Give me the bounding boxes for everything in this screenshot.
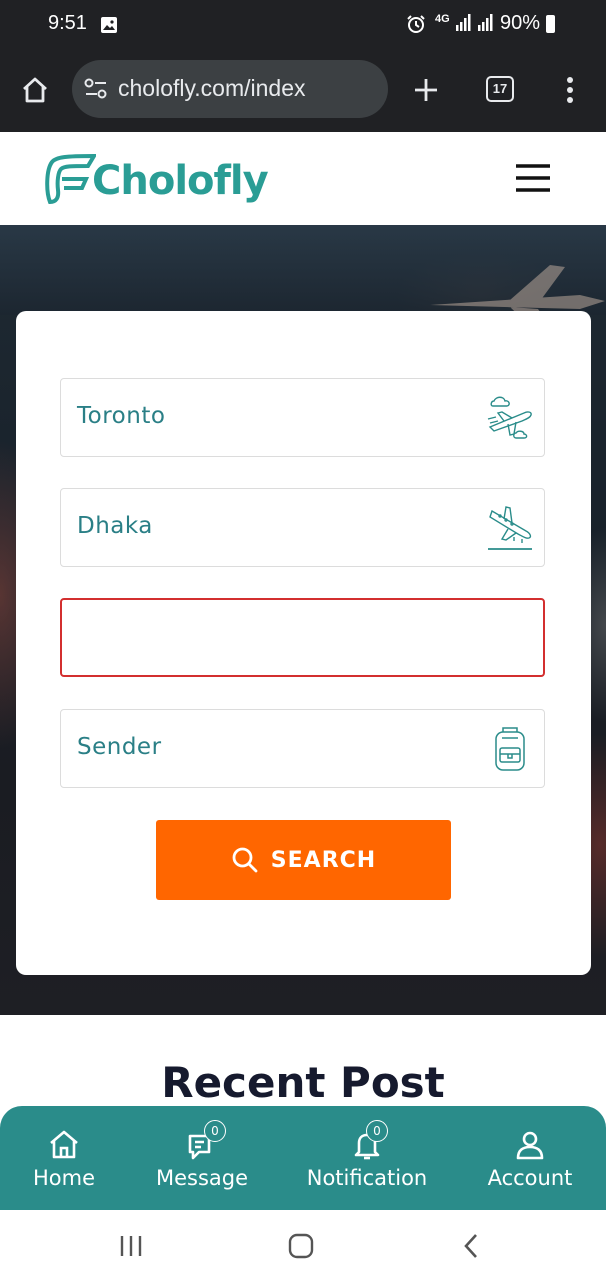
- url-text[interactable]: cholofly.com/index: [118, 75, 306, 102]
- back-icon[interactable]: [460, 1232, 482, 1260]
- account-icon: [516, 1131, 544, 1160]
- address-bar[interactable]: cholofly.com/index: [72, 60, 388, 118]
- date-field[interactable]: [60, 598, 545, 677]
- alarm-icon: [407, 15, 425, 33]
- gallery-notification-icon: [101, 17, 117, 33]
- from-field[interactable]: Toronto: [60, 378, 545, 457]
- to-value[interactable]: Dhaka: [77, 513, 153, 539]
- tab-switcher-button[interactable]: 17: [486, 76, 514, 102]
- backpack-icon: [495, 727, 525, 771]
- battery-icon: [546, 15, 555, 33]
- search-icon: [232, 847, 258, 873]
- type-value[interactable]: Sender: [77, 734, 162, 760]
- nav-message[interactable]: 0 Message: [140, 1106, 264, 1210]
- search-button[interactable]: SEARCH: [156, 820, 451, 900]
- browser-toolbar: cholofly.com/index 17: [0, 50, 606, 132]
- home-button-icon[interactable]: [287, 1232, 315, 1260]
- site-settings-icon[interactable]: [84, 78, 108, 100]
- more-menu-icon[interactable]: [565, 76, 575, 104]
- recent-apps-icon[interactable]: [118, 1234, 144, 1258]
- nav-message-label[interactable]: Message: [140, 1166, 264, 1190]
- from-value[interactable]: Toronto: [77, 403, 165, 429]
- home-icon: [50, 1130, 78, 1159]
- search-card: Toronto Dhaka Sender SEARCH: [16, 311, 591, 975]
- landing-plane-icon: [488, 506, 532, 550]
- nav-home[interactable]: Home: [0, 1106, 128, 1210]
- message-badge: 0: [204, 1120, 226, 1142]
- home-icon[interactable]: [20, 75, 50, 105]
- to-field[interactable]: Dhaka: [60, 488, 545, 567]
- takeoff-plane-icon: [487, 396, 532, 439]
- nav-notification[interactable]: 0 Notification: [300, 1106, 434, 1210]
- nav-home-label[interactable]: Home: [0, 1166, 128, 1190]
- new-tab-icon[interactable]: [412, 76, 440, 104]
- network-type: 4G: [435, 13, 450, 25]
- type-field[interactable]: Sender: [60, 709, 545, 788]
- status-time: 9:51: [48, 12, 87, 34]
- notification-badge: 0: [366, 1120, 388, 1142]
- site-header: Cholofly: [0, 132, 606, 225]
- cholofly-logo-icon[interactable]: [42, 152, 96, 210]
- bottom-navigation: Home 0 Message 0 Notification Account: [0, 1106, 606, 1210]
- nav-notification-label[interactable]: Notification: [300, 1166, 434, 1190]
- signal-icon: [456, 14, 493, 31]
- system-navigation-bar: [0, 1210, 606, 1280]
- brand-name[interactable]: Cholofly: [92, 158, 269, 204]
- battery-percent: 90%: [500, 12, 541, 34]
- nav-account-label[interactable]: Account: [470, 1166, 590, 1190]
- search-button-label[interactable]: SEARCH: [271, 848, 376, 873]
- nav-account[interactable]: Account: [470, 1106, 590, 1210]
- status-bar: 9:51 4G 90%: [0, 0, 606, 50]
- hamburger-menu-icon[interactable]: [515, 163, 551, 193]
- recent-post-heading: Recent Post: [161, 1058, 445, 1107]
